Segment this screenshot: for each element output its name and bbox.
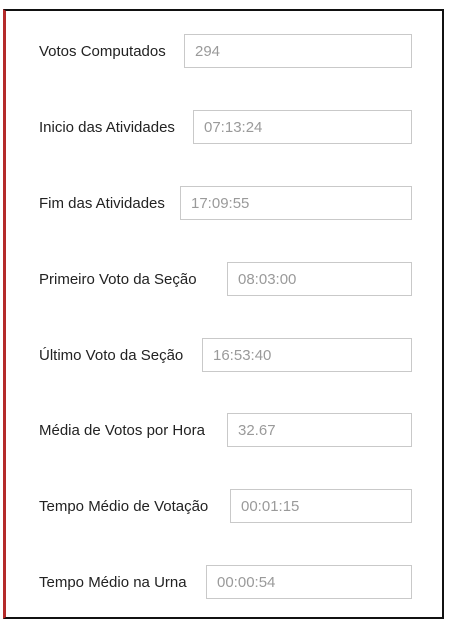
stat-row-fim-atividades: Fim das Atividades 17:09:55 — [6, 185, 442, 221]
stat-row-tempo-medio-votacao: Tempo Médio de Votação 00:01:15 — [6, 488, 442, 524]
stat-value-field: 08:03:00 — [227, 262, 412, 296]
stat-label: Último Voto da Seção — [39, 346, 184, 364]
stat-value-field: 16:53:40 — [202, 338, 412, 372]
stat-value-field: 294 — [184, 34, 412, 68]
stat-label: Primeiro Voto da Seção — [39, 270, 197, 288]
stat-row-media-votos-hora: Média de Votos por Hora 32.67 — [6, 412, 442, 448]
stat-value-field: 00:01:15 — [230, 489, 412, 523]
stat-value-field: 32.67 — [227, 413, 412, 447]
stat-row-ultimo-voto: Último Voto da Seção 16:53:40 — [6, 337, 442, 373]
stat-label: Votos Computados — [39, 42, 166, 60]
stat-row-primeiro-voto: Primeiro Voto da Seção 08:03:00 — [6, 261, 442, 297]
stat-value-field: 17:09:55 — [180, 186, 412, 220]
stat-row-tempo-medio-urna: Tempo Médio na Urna 00:00:54 — [6, 564, 442, 600]
stat-value-field: 07:13:24 — [193, 110, 412, 144]
stat-label: Média de Votos por Hora — [39, 421, 205, 439]
stats-list: Votos Computados 294 Inicio das Atividad… — [6, 11, 442, 617]
stat-value-field: 00:00:54 — [206, 565, 412, 599]
stat-label: Inicio das Atividades — [39, 118, 175, 136]
stat-label: Tempo Médio na Urna — [39, 573, 187, 591]
stat-label: Fim das Atividades — [39, 194, 165, 212]
stat-row-inicio-atividades: Inicio das Atividades 07:13:24 — [6, 109, 442, 145]
section-stats-panel: Votos Computados 294 Inicio das Atividad… — [3, 9, 444, 619]
stat-label: Tempo Médio de Votação — [39, 497, 209, 515]
stat-row-votos-computados: Votos Computados 294 — [6, 33, 442, 69]
